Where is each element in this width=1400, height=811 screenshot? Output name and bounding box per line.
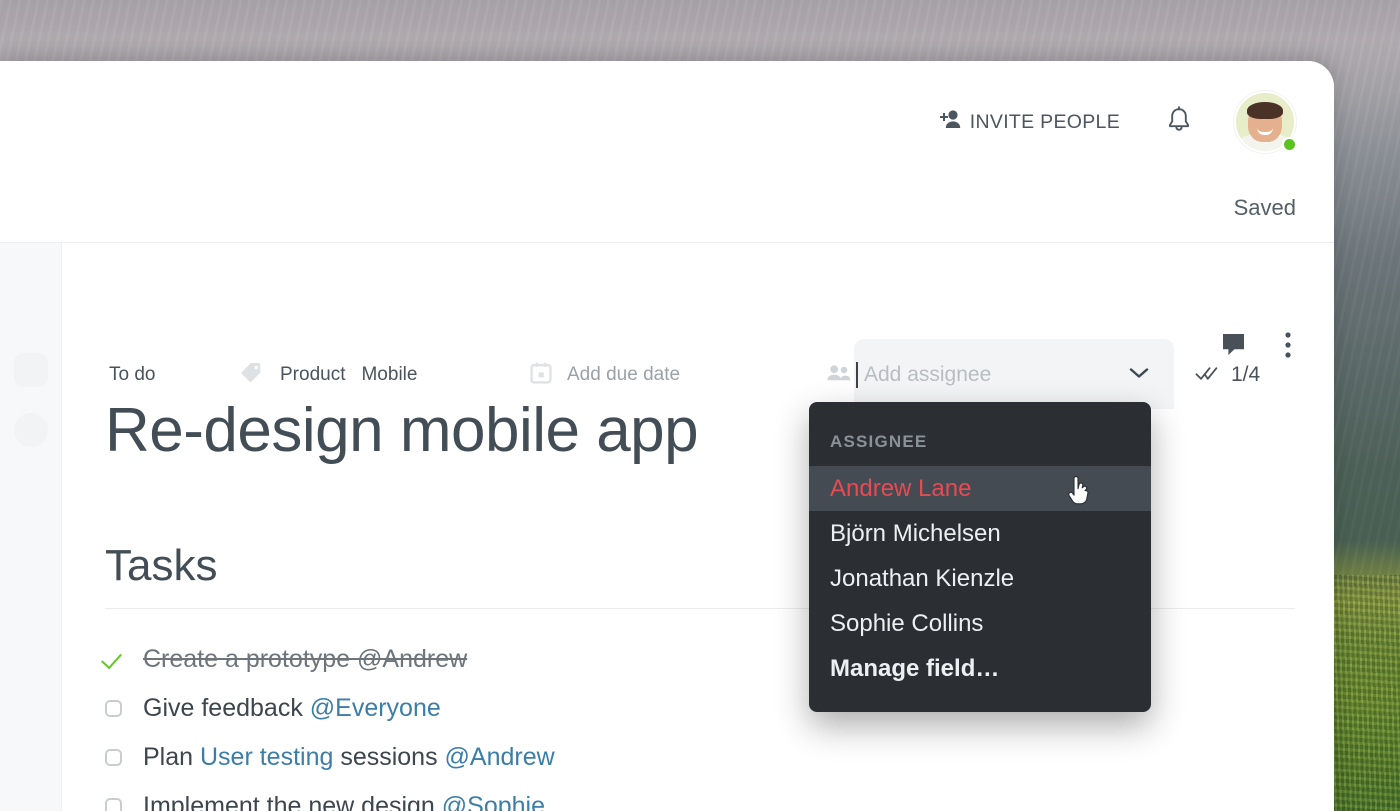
saved-status: Saved [1233, 195, 1296, 220]
task-mention[interactable]: @Andrew [445, 743, 555, 771]
checkbox-icon[interactable] [105, 798, 122, 811]
checkbox-checked-icon[interactable] [105, 651, 122, 668]
avatar-hair [1247, 102, 1283, 120]
header-actions: INVITE PEOPLE [936, 91, 1297, 153]
task-item[interactable]: Implement the new design @Sophie [105, 782, 1314, 811]
tag-product[interactable]: Product [280, 364, 345, 386]
task-text: Create a prototype [143, 645, 358, 673]
tag-mobile[interactable]: Mobile [361, 364, 417, 386]
dropdown-item[interactable]: Sophie Collins [809, 601, 1151, 646]
task-item-label: Create a prototype @Andrew [143, 645, 467, 674]
sidebar-placeholder-avatar [14, 413, 48, 447]
people-icon [826, 363, 852, 388]
task-actions [1221, 331, 1292, 364]
page-title[interactable]: Re-design mobile app [105, 395, 699, 466]
dropdown-list: Andrew Lane Björn Michelsen Jonathan Kienz… [809, 466, 1151, 691]
avatar[interactable] [1234, 91, 1297, 153]
add-due-date[interactable]: Add due date [529, 361, 680, 390]
comment-icon[interactable] [1221, 332, 1248, 363]
task-mention[interactable]: @Andrew [357, 645, 467, 673]
invite-people-button[interactable]: INVITE PEOPLE [936, 108, 1120, 136]
app-window: INVITE PEOPLE Saved To do Product Mobile… [0, 61, 1334, 811]
task-text: Give feedback [143, 694, 310, 722]
notifications-button[interactable] [1166, 105, 1192, 139]
dropdown-title: ASSIGNEE [830, 432, 928, 451]
task-link[interactable]: User testing [200, 743, 333, 771]
task-meta-row: To do Product Mobile Add due date Add as… [109, 332, 1314, 409]
status-badge [1282, 137, 1297, 152]
dropdown-item[interactable]: Andrew Lane [809, 466, 1151, 511]
section-heading: Tasks [105, 541, 218, 590]
tag-icon [239, 360, 264, 390]
assignee-dropdown[interactable]: ASSIGNEE Andrew Lane Björn Michelsen Jonat… [809, 402, 1151, 712]
task-item-label: Plan User testing sessions @Andrew [143, 743, 555, 772]
dropdown-item[interactable]: Jonathan Kienzle [809, 556, 1151, 601]
task-progress: 1/4 [1195, 363, 1260, 387]
task-text: Implement the new design [143, 792, 442, 811]
task-text: sessions [333, 743, 445, 771]
chevron-down-icon[interactable] [1128, 365, 1150, 386]
checkbox-icon[interactable] [105, 749, 122, 766]
add-due-date-label: Add due date [567, 364, 681, 385]
double-check-icon [1195, 364, 1222, 387]
checkbox-icon[interactable] [105, 700, 122, 717]
task-mention[interactable]: @Sophie [442, 792, 545, 811]
assignee-placeholder: Add assignee [864, 363, 992, 386]
bell-icon [1166, 105, 1192, 139]
sidebar-placeholder-item [14, 353, 48, 387]
calendar-icon [529, 361, 553, 390]
task-item-label: Give feedback @Everyone [143, 694, 441, 723]
task-text: Plan [143, 743, 200, 771]
task-item-label: Implement the new design @Sophie [143, 792, 545, 811]
task-mention[interactable]: @Everyone [310, 694, 441, 722]
sidebar-rail [0, 243, 62, 811]
more-vertical-icon[interactable] [1284, 331, 1292, 364]
invite-people-label: INVITE PEOPLE [969, 110, 1120, 133]
assignee-input[interactable]: Add assignee [854, 353, 1174, 397]
dropdown-item[interactable]: Manage field… [809, 646, 1151, 691]
task-item[interactable]: Plan User testing sessions @Andrew [105, 733, 1314, 782]
app-header: INVITE PEOPLE Saved [0, 61, 1334, 242]
task-progress-count: 1/4 [1231, 363, 1261, 386]
person-add-icon [936, 108, 962, 136]
task-tags[interactable]: Product Mobile [239, 360, 417, 390]
dropdown-item[interactable]: Björn Michelsen [809, 511, 1151, 556]
text-caret [856, 362, 858, 388]
task-status[interactable]: To do [109, 364, 239, 386]
